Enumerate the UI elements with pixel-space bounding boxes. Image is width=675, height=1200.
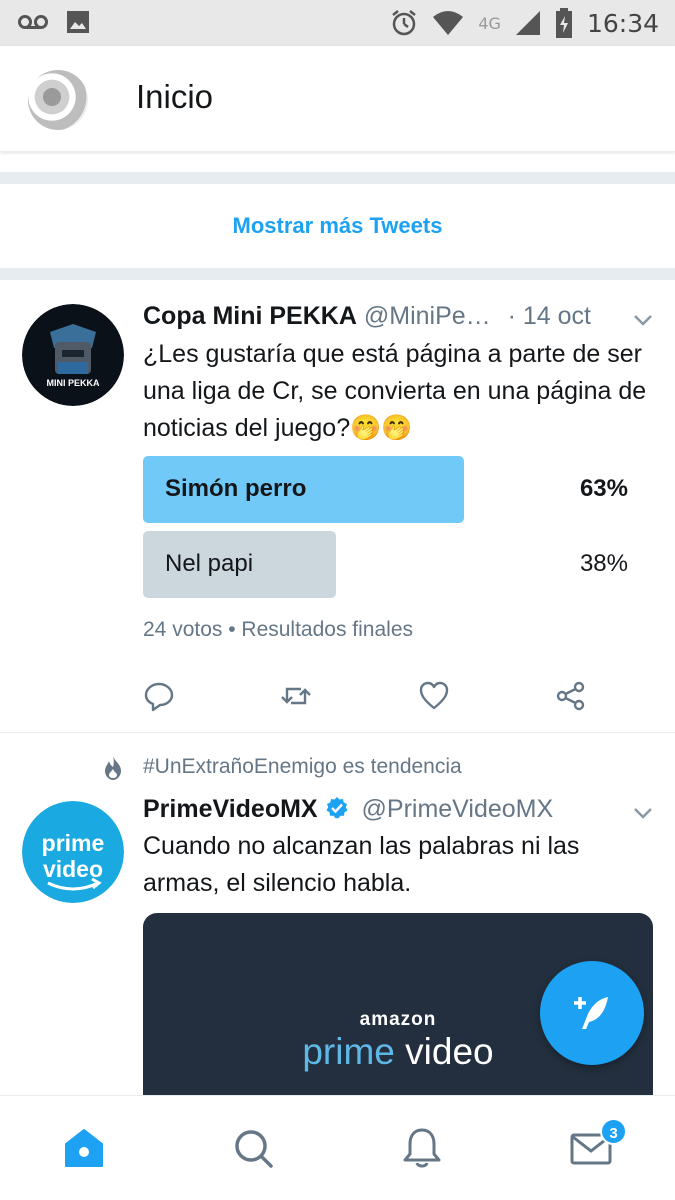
poll-option: Nel papi 38% <box>143 531 628 598</box>
retweet-icon[interactable] <box>280 680 312 712</box>
status-bar: 4G 16:34 <box>0 0 675 46</box>
trending-fire-icon <box>105 756 121 780</box>
avatar-logo-text: video <box>43 856 103 882</box>
media-brand-video: video <box>405 1031 494 1072</box>
tweet-text: ¿Les gustaría que está página a parte de… <box>143 340 647 442</box>
profile-avatar[interactable] <box>28 70 88 130</box>
page-title: Inicio <box>136 78 214 115</box>
poll-option-percent: 63% <box>579 475 628 502</box>
show-more-tweets-label: Mostrar más Tweets <box>232 213 443 238</box>
alarm-icon <box>392 10 417 36</box>
author-handle[interactable]: @MiniPe… <box>364 302 491 330</box>
tweet-actions <box>143 680 603 720</box>
app-header: Inicio <box>0 46 675 152</box>
network-type: 4G <box>478 13 501 33</box>
media-brand-prime: prime <box>302 1031 395 1072</box>
status-time: 16:34 <box>586 8 659 38</box>
verified-badge-icon <box>326 797 348 819</box>
search-icon[interactable] <box>231 1126 275 1170</box>
author-name[interactable]: PrimeVideoMX <box>143 795 318 823</box>
show-more-tweets-button[interactable]: Mostrar más Tweets <box>0 184 675 268</box>
home-icon[interactable] <box>62 1126 106 1170</box>
signal-icon <box>515 11 540 35</box>
compose-tweet-button[interactable] <box>540 961 644 1065</box>
section-gap <box>0 172 675 184</box>
social-context[interactable]: #UnExtrañoEnemigo es tendencia <box>143 755 462 779</box>
poll-option-percent: 38% <box>579 550 628 577</box>
compose-feather-icon <box>574 997 608 1029</box>
poll-option: Simón perro 63% <box>143 456 628 523</box>
section-gap <box>0 268 675 280</box>
notifications-bell-icon[interactable] <box>400 1126 444 1170</box>
like-icon[interactable] <box>418 680 450 712</box>
tweet-author-avatar[interactable]: prime video <box>22 801 124 903</box>
poll-option-label: Simón perro <box>165 475 307 502</box>
messages-badge: 3 <box>600 1118 627 1145</box>
avatar-logo-text: MINI PEKKA <box>46 378 100 388</box>
tweet-card[interactable]: MINI PEKKA Copa Mini PEKKA @MiniPe… · 14… <box>0 280 675 732</box>
tweet-author-avatar[interactable]: MINI PEKKA <box>22 304 124 406</box>
avatar-logo-text: prime <box>42 830 105 856</box>
tweet-text: Cuando no alcanzan las palabras ni las a… <box>143 832 580 897</box>
tweet-header: Copa Mini PEKKA @MiniPe… · 14 oct <box>143 302 591 331</box>
poll-meta: 24 votos • Resultados finales <box>143 618 414 641</box>
battery-icon <box>555 8 572 38</box>
image-icon <box>67 11 89 33</box>
reply-icon[interactable] <box>143 680 175 712</box>
bottom-tab-bar <box>0 1095 675 1200</box>
voicemail-icon <box>18 15 48 29</box>
share-icon[interactable] <box>555 680 587 712</box>
author-name[interactable]: Copa Mini PEKKA <box>143 302 357 330</box>
chevron-down-icon[interactable] <box>631 308 655 332</box>
tweet-date[interactable]: · 14 oct <box>508 302 591 330</box>
chevron-down-icon[interactable] <box>631 801 655 825</box>
tweet-header: PrimeVideoMX @PrimeVideoMX <box>143 795 553 824</box>
wifi-icon <box>433 11 464 35</box>
author-handle[interactable]: @PrimeVideoMX <box>362 795 554 823</box>
poll-option-label: Nel papi <box>165 550 254 577</box>
